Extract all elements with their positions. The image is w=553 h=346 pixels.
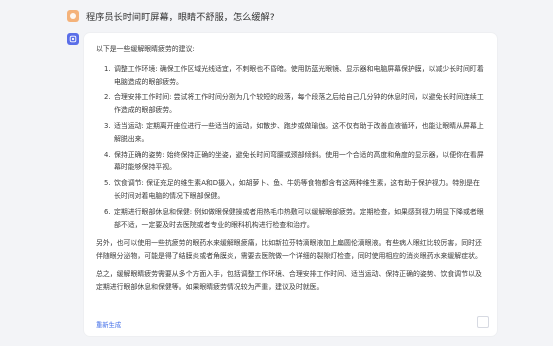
- response-paragraph: 另外，也可以使用一些抗疲劳的眼药水来缓解眼疲痛，比如新拉芬特滴眼液加上扁圆伦滴眼…: [96, 239, 482, 261]
- user-avatar: [67, 10, 79, 22]
- response-summary: 总之，缓解眼睛疲劳需要从多个方面入手，包括调整工作环境、合理安排工作时间、适当运…: [96, 269, 482, 291]
- suggestion-list: 1. 调整工作环境: 确保工作区域光线适宜，不刺眼也不昏暗。使用防蓝光眼镜、显示器…: [96, 63, 486, 232]
- response-intro: 以下是一些缓解眼睛疲劳的建议:: [96, 45, 195, 53]
- list-item: 6. 定期进行眼部休息和保健: 例如做眼保健操或者用热毛巾热敷可以缓解眼部疲劳。定…: [104, 207, 484, 229]
- assistant-response-card: 以下是一些缓解眼睛疲劳的建议: 1. 调整工作环境: 确保工作区域光线适宜，不刺眼…: [84, 33, 497, 336]
- user-question: 程序员长时间盯屏幕，眼睛不舒服，怎么缓解?: [86, 12, 275, 23]
- card-corner-icon: [477, 316, 489, 328]
- list-item: 2. 合理安排工作时间: 尝试将工作时间分割为几个较短的段落，每个段落之后给自己几…: [104, 93, 484, 115]
- list-item: 4. 保持正确的姿势: 始终保持正确的坐姿，避免长时间弯腰或颈部倾斜。使用一个合适…: [104, 150, 484, 172]
- assistant-avatar-icon: [67, 33, 79, 45]
- list-item: 5. 饮食调节: 保证充足的维生素A和D摄入，如胡萝卜、鱼、牛奶等食物都含有这两种…: [104, 179, 480, 200]
- list-item: 3. 适当运动: 定期离开座位进行一些适当的运动，如散步、跑步或做瑜伽。这不仅有助…: [104, 121, 484, 143]
- assistant-response-content: 以下是一些缓解眼睛疲劳的建议: 1. 调整工作环境: 确保工作区域光线适宜，不刺眼…: [96, 43, 486, 299]
- bot-logo-icon: [69, 35, 77, 43]
- regenerate-button[interactable]: 重新生成: [96, 320, 121, 329]
- user-message-row: 程序员长时间盯屏幕，眼睛不舒服，怎么缓解?: [67, 8, 275, 24]
- list-item: 1. 调整工作环境: 确保工作区域光线适宜，不刺眼也不昏暗。使用防蓝光眼镜、显示器…: [104, 64, 484, 86]
